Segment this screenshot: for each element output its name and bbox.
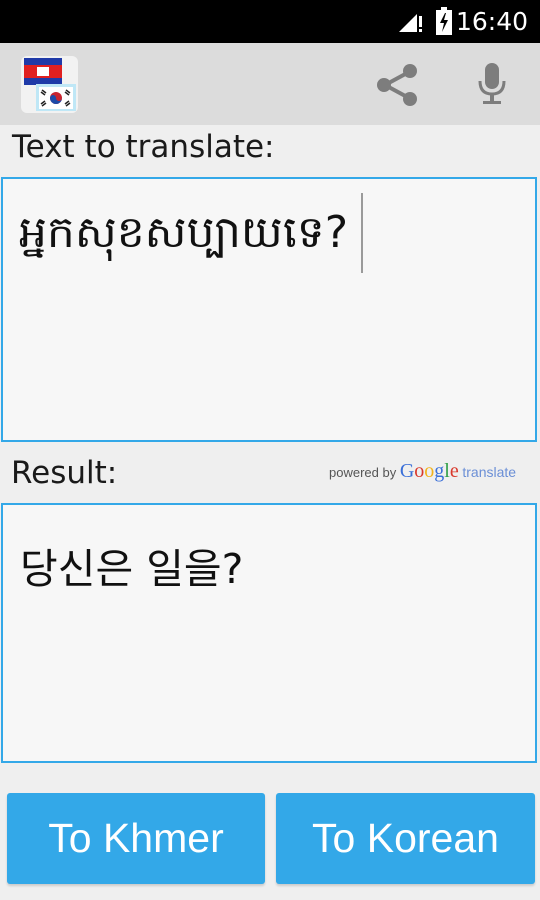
result-output[interactable]: 당신은 일을? [1, 503, 537, 763]
text-to-translate-label: Text to translate: [12, 129, 275, 165]
google-logo: Google [399, 460, 459, 482]
microphone-icon[interactable] [470, 61, 514, 109]
share-icon[interactable] [372, 61, 424, 109]
translate-input[interactable]: អ្នកសុខសប្បាយទេ? [1, 177, 537, 442]
result-text: 당신은 일을? [20, 545, 244, 593]
powered-by-text: powered by [329, 465, 397, 480]
status-bar: 16:40 [0, 0, 540, 43]
input-text[interactable]: អ្នកសុខសប្បាយទេ? [19, 205, 348, 269]
clock: 16:40 [455, 7, 528, 36]
action-bar [0, 43, 540, 125]
signal-icon [399, 14, 422, 32]
to-khmer-button[interactable]: To Khmer [7, 793, 265, 884]
text-cursor [361, 193, 363, 273]
translate-text: translate [462, 464, 517, 480]
to-korean-button[interactable]: To Korean [276, 793, 535, 884]
battery-charging-icon [436, 7, 452, 35]
result-label: Result: [11, 455, 118, 491]
cambodia-korea-flags-icon[interactable] [21, 56, 78, 113]
powered-by-google-translate: powered by Google translate [329, 460, 516, 483]
